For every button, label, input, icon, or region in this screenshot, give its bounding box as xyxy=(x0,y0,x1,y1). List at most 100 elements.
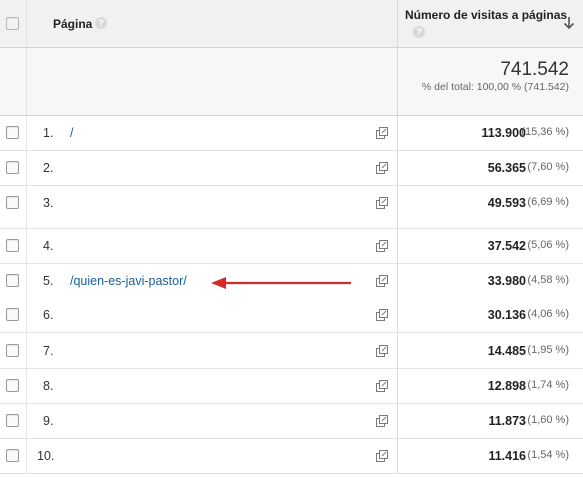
row-value: 11.416 xyxy=(488,449,526,463)
table-row: 3. 49.593 (6,69 %) xyxy=(0,186,583,229)
metric-cell: 113.900 (15,36 %) xyxy=(397,116,583,150)
table-row: 6. 30.136 (4,06 %) xyxy=(0,298,583,333)
metric-help-icon[interactable]: ? xyxy=(413,26,425,38)
row-checkbox[interactable] xyxy=(6,239,19,252)
row-checkbox-cell xyxy=(0,404,27,438)
row-percentage: (15,36 %) xyxy=(521,126,569,138)
row-checkbox[interactable] xyxy=(6,449,19,462)
row-value: 30.136 xyxy=(487,308,526,322)
row-value: 37.542 xyxy=(487,239,526,253)
row-rank: 8. xyxy=(43,379,54,393)
table-row: 8. 12.898 (1,74 %) xyxy=(0,369,583,404)
row-rank: 3. xyxy=(43,196,54,210)
metric-cell: 56.365 (7,60 %) xyxy=(397,151,583,185)
table-row: 4. 37.542 (5,06 %) xyxy=(0,229,583,264)
popout-icon[interactable] xyxy=(376,162,388,174)
row-checkbox[interactable] xyxy=(6,274,19,287)
header-checkbox-cell xyxy=(0,0,27,47)
row-checkbox[interactable] xyxy=(6,196,19,209)
popout-icon[interactable] xyxy=(376,127,388,139)
row-checkbox-cell xyxy=(0,186,27,228)
row-value: 33.980 xyxy=(487,274,526,288)
totals-metric-cell: 741.542 % del total: 100,00 % (741.542) xyxy=(397,48,583,115)
totals-checkbox-cell xyxy=(0,48,27,115)
page-column-label[interactable]: Página xyxy=(53,17,92,31)
metric-cell: 14.485 (1,95 %) xyxy=(397,334,583,368)
metric-cell: 30.136 (4,06 %) xyxy=(397,298,583,332)
row-checkbox[interactable] xyxy=(6,414,19,427)
row-value: 113.900 xyxy=(481,126,527,140)
table-header: Página ? Número de visitas a páginas ? xyxy=(0,0,583,48)
row-percentage: (1,60 %) xyxy=(527,414,569,426)
page-cell: 8. xyxy=(27,369,397,403)
row-checkbox-cell xyxy=(0,151,27,185)
row-percentage: (4,06 %) xyxy=(527,308,569,320)
row-percentage: (1,54 %) xyxy=(527,449,569,461)
page-link[interactable]: / xyxy=(70,126,73,140)
arrow-down-icon[interactable] xyxy=(563,16,575,30)
row-rank: 9. xyxy=(43,414,54,428)
row-rank: 1. xyxy=(43,126,54,140)
row-checkbox[interactable] xyxy=(6,126,19,139)
row-checkbox[interactable] xyxy=(6,308,19,321)
table-row: 5. /quien-es-javi-pastor/33.980 (4,58 %) xyxy=(0,264,583,299)
row-percentage: (1,95 %) xyxy=(527,344,569,356)
row-checkbox[interactable] xyxy=(6,344,19,357)
row-rank: 5. xyxy=(43,274,54,288)
row-rank: 2. xyxy=(43,161,54,175)
page-link[interactable]: /quien-es-javi-pastor/ xyxy=(70,274,187,288)
totals-page-cell xyxy=(27,48,397,115)
popout-icon[interactable] xyxy=(376,197,388,209)
row-value: 56.365 xyxy=(487,161,526,175)
row-percentage: (5,06 %) xyxy=(527,239,569,251)
row-checkbox-cell xyxy=(0,229,27,263)
metric-cell: 37.542 (5,06 %) xyxy=(397,229,583,263)
table-row: 1. / 113.900 (15,36 %) xyxy=(0,116,583,151)
popout-icon[interactable] xyxy=(376,309,388,321)
page-cell: 7. xyxy=(27,334,397,368)
metric-cell: 33.980 (4,58 %) xyxy=(397,264,583,298)
row-value: 49.593 xyxy=(487,196,526,210)
total-value: 741.542 xyxy=(500,59,569,80)
page-cell: 6. xyxy=(27,298,397,332)
total-percentage: % del total: 100,00 % (741.542) xyxy=(421,81,569,93)
metric-column-label[interactable]: Número de visitas a páginas xyxy=(405,8,567,22)
popout-icon[interactable] xyxy=(376,380,388,392)
page-cell: 4. xyxy=(27,229,397,263)
row-percentage: (7,60 %) xyxy=(527,161,569,173)
row-rank: 6. xyxy=(43,308,54,322)
table-row: 2. 56.365 (7,60 %) xyxy=(0,151,583,186)
page-help-icon[interactable]: ? xyxy=(95,17,107,29)
row-percentage: (6,69 %) xyxy=(527,196,569,208)
row-checkbox-cell xyxy=(0,439,27,473)
popout-icon[interactable] xyxy=(376,450,388,462)
table-row: 7. 14.485 (1,95 %) xyxy=(0,334,583,369)
page-cell: 9. xyxy=(27,404,397,438)
page-cell: 3. xyxy=(27,186,397,228)
row-checkbox[interactable] xyxy=(6,379,19,392)
row-checkbox-cell xyxy=(0,298,27,332)
row-checkbox-cell xyxy=(0,264,27,298)
metric-cell: 11.873 (1,60 %) xyxy=(397,404,583,438)
row-percentage: (4,58 %) xyxy=(527,274,569,286)
row-checkbox-cell xyxy=(0,369,27,403)
select-all-checkbox[interactable] xyxy=(6,17,19,30)
metric-cell: 11.416 (1,54 %) xyxy=(397,439,583,473)
page-cell: 2. xyxy=(27,151,397,185)
popout-icon[interactable] xyxy=(376,415,388,427)
metric-column-header[interactable]: Número de visitas a páginas ? xyxy=(397,0,583,47)
page-cell: 10. xyxy=(27,439,397,473)
row-rank: 7. xyxy=(43,344,54,358)
popout-icon[interactable] xyxy=(376,275,388,287)
popout-icon[interactable] xyxy=(376,240,388,252)
popout-icon[interactable] xyxy=(376,345,388,357)
row-rank: 4. xyxy=(43,239,54,253)
page-column-header[interactable]: Página ? xyxy=(27,0,397,47)
table-row: 10. 11.416 (1,54 %) xyxy=(0,439,583,474)
row-rank: 10. xyxy=(37,449,55,463)
row-checkbox[interactable] xyxy=(6,161,19,174)
page-cell: 5. /quien-es-javi-pastor/ xyxy=(27,264,397,298)
row-checkbox-cell xyxy=(0,334,27,368)
table-row: 9. 11.873 (1,60 %) xyxy=(0,404,583,439)
metric-cell: 12.898 (1,74 %) xyxy=(397,369,583,403)
